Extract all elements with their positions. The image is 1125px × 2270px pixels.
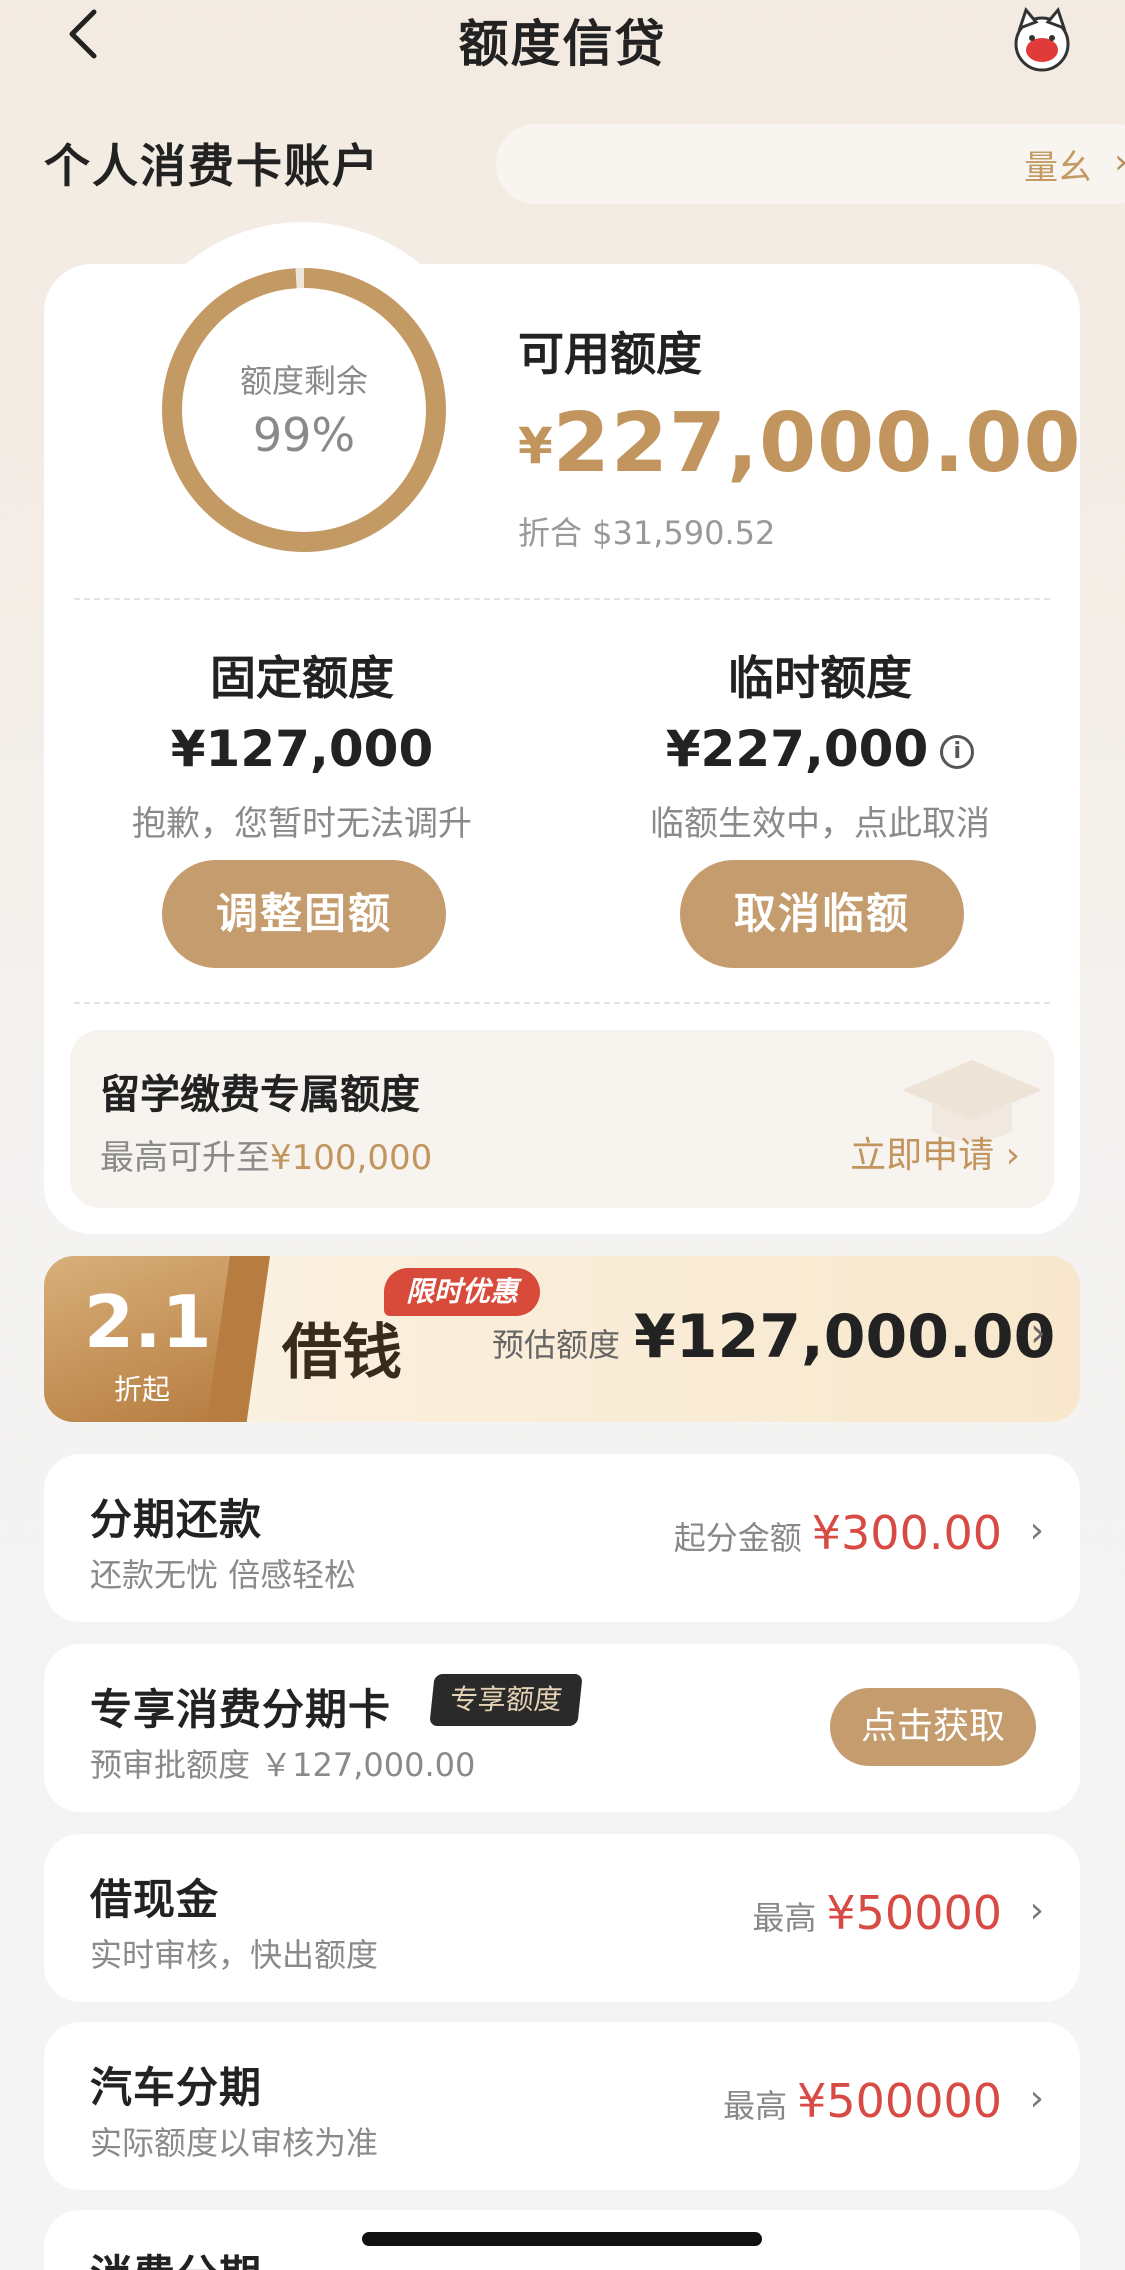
exclusive-tag: 专享额度: [429, 1674, 583, 1726]
estimate-label: 预估额度: [492, 1326, 621, 1364]
loan-title: 借钱: [282, 1318, 402, 1388]
loan-rate: 2.1: [84, 1280, 212, 1364]
item-right-value: ¥300.00: [811, 1506, 1002, 1560]
home-indicator[interactable]: [362, 2232, 762, 2246]
item-right-value: ¥50000: [826, 1886, 1002, 1940]
fixed-limit-note: 抱歉，您暂时无法调升: [132, 804, 472, 844]
temp-limit-note[interactable]: 临额生效中，点此取消: [560, 796, 1080, 845]
list-item-installment-repay[interactable]: 分期还款 还款无忧 倍感轻松 起分金额 ¥300.00 ›: [44, 1454, 1080, 1622]
item-title: 专享消费分期卡: [90, 1685, 392, 1734]
chevron-right-icon: ›: [1030, 1310, 1046, 1356]
adjust-fixed-button[interactable]: 调整固额: [162, 860, 446, 968]
temp-limit-amount-wrap: ¥227,000 i: [560, 720, 1080, 778]
item-title: 分期还款: [90, 1495, 263, 1544]
fixed-limit-title: 固定额度: [210, 651, 394, 705]
usd-equivalent: 折合 $31,590.52: [518, 514, 776, 552]
chevron-right-icon: ›: [1029, 1510, 1044, 1551]
available-value: 227,000.00: [552, 396, 1082, 491]
get-now-button[interactable]: 点击获取: [830, 1688, 1036, 1766]
study-abroad-card[interactable]: 留学缴费专属额度 最高可升至¥100,000 立即申请 ›: [70, 1030, 1054, 1208]
estimate-amount: ¥127,000.00: [634, 1302, 1056, 1372]
item-right-label: 最高: [752, 1899, 817, 1937]
loan-rate-sub: 折起: [114, 1373, 171, 1406]
study-sub-prefix: 最高可升至: [100, 1138, 270, 1178]
item-subtitle: 实时审核，快出额度: [90, 1936, 379, 1974]
chevron-right-icon: ›: [1029, 2078, 1044, 2119]
apply-now-link[interactable]: 立即申请 ›: [850, 1126, 1020, 1178]
item-subtitle: 还款无忧 倍感轻松: [90, 1556, 357, 1594]
ring-percent: 99%: [252, 408, 356, 462]
available-amount: ¥227,000.00: [518, 396, 1082, 491]
list-item-car-installment[interactable]: 汽车分期 实际额度以审核为准 最高 ¥500000 ›: [44, 2022, 1080, 2190]
item-right: 起分金额 ¥300.00: [674, 1506, 1002, 1560]
chevron-right-icon: ›: [1029, 1890, 1044, 1931]
limited-offer-badge: 限时优惠: [384, 1268, 541, 1316]
cancel-temp-button[interactable]: 取消临额: [680, 860, 964, 968]
fixed-limit-amount: ¥127,000: [170, 720, 434, 778]
study-title: 留学缴费专属额度: [100, 1072, 420, 1118]
item-subtitle: 实际额度以审核为准: [90, 2124, 379, 2162]
item-right: 最高 ¥50000: [752, 1886, 1002, 1940]
currency-symbol: ¥: [518, 417, 553, 475]
item-subtitle: 预审批额度 ￥127,000.00: [90, 1746, 476, 1784]
page-title: 额度信贷: [458, 15, 667, 73]
chevron-right-icon: ›: [1114, 142, 1125, 182]
item-title: 消费分期: [90, 2242, 262, 2270]
account-title: 个人消费卡账户: [44, 139, 380, 193]
temp-limit-amount: ¥227,000: [665, 720, 929, 778]
divider: [74, 1002, 1050, 1004]
loan-banner[interactable]: 2.1 折起 借钱 限时优惠 预估额度 ¥127,000.00 ›: [44, 1256, 1080, 1422]
list-item-cash-loan[interactable]: 借现金 实时审核，快出额度 最高 ¥50000 ›: [44, 1834, 1080, 2002]
divider: [74, 598, 1050, 600]
mascot-avatar-icon[interactable]: [1006, 4, 1078, 76]
item-right-value: ¥500000: [797, 2074, 1002, 2128]
list-item-exclusive-card[interactable]: 专享消费分期卡 专享额度 预审批额度 ￥127,000.00 点击获取: [44, 1644, 1080, 1812]
ring-label: 额度剩余: [239, 362, 368, 400]
temp-limit-title: 临时额度: [728, 651, 912, 705]
nav-bar: 额度信贷: [0, 0, 1125, 80]
info-icon[interactable]: i: [940, 735, 975, 769]
item-right: 最高 ¥500000: [723, 2074, 1002, 2128]
study-subtitle: 最高可升至¥100,000: [100, 1130, 432, 1179]
item-title: 借现金: [90, 1875, 220, 1924]
pill-text: 量⼳: [1024, 148, 1092, 188]
item-right-label: 起分金额: [673, 1519, 802, 1557]
available-label: 可用额度: [518, 327, 702, 381]
account-pill[interactable]: 量⼳ ›: [496, 124, 1125, 204]
item-title: 汽车分期: [90, 2063, 263, 2112]
study-sub-amount: ¥100,000: [270, 1138, 433, 1178]
item-right-label: 最高: [723, 2087, 788, 2125]
